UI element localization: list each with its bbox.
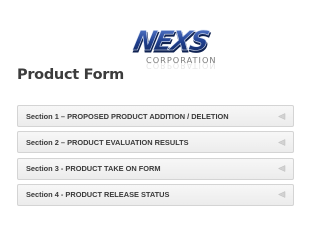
section-label: Section 2 – PRODUCT EVALUATION RESULTS: [26, 137, 189, 147]
chevron-left-icon: [277, 190, 286, 199]
section-label: Section 3 - PRODUCT TAKE ON FORM: [26, 164, 161, 174]
chevron-left-icon: [277, 138, 286, 147]
section-label: Section 4 - PRODUCT RELEASE STATUS: [26, 190, 170, 200]
company-logo: NEXS NEXS CORPORATION CORPORATION: [130, 22, 222, 82]
logo-word-reflection: CORPORATION: [146, 61, 217, 71]
form-sections: Section 1 – PROPOSED PRODUCT ADDITION / …: [17, 105, 294, 210]
chevron-left-icon: [277, 164, 286, 173]
page-title: Product Form: [17, 67, 124, 83]
section-3-header[interactable]: Section 3 - PRODUCT TAKE ON FORM: [17, 157, 294, 180]
section-label: Section 1 – PROPOSED PRODUCT ADDITION / …: [26, 111, 229, 121]
chevron-left-icon: [277, 112, 286, 121]
section-4-header[interactable]: Section 4 - PRODUCT RELEASE STATUS: [17, 183, 294, 206]
section-2-header[interactable]: Section 2 – PRODUCT EVALUATION RESULTS: [17, 131, 294, 154]
logo-mark: NEXS: [131, 26, 212, 57]
section-1-header[interactable]: Section 1 – PROPOSED PRODUCT ADDITION / …: [17, 105, 294, 127]
